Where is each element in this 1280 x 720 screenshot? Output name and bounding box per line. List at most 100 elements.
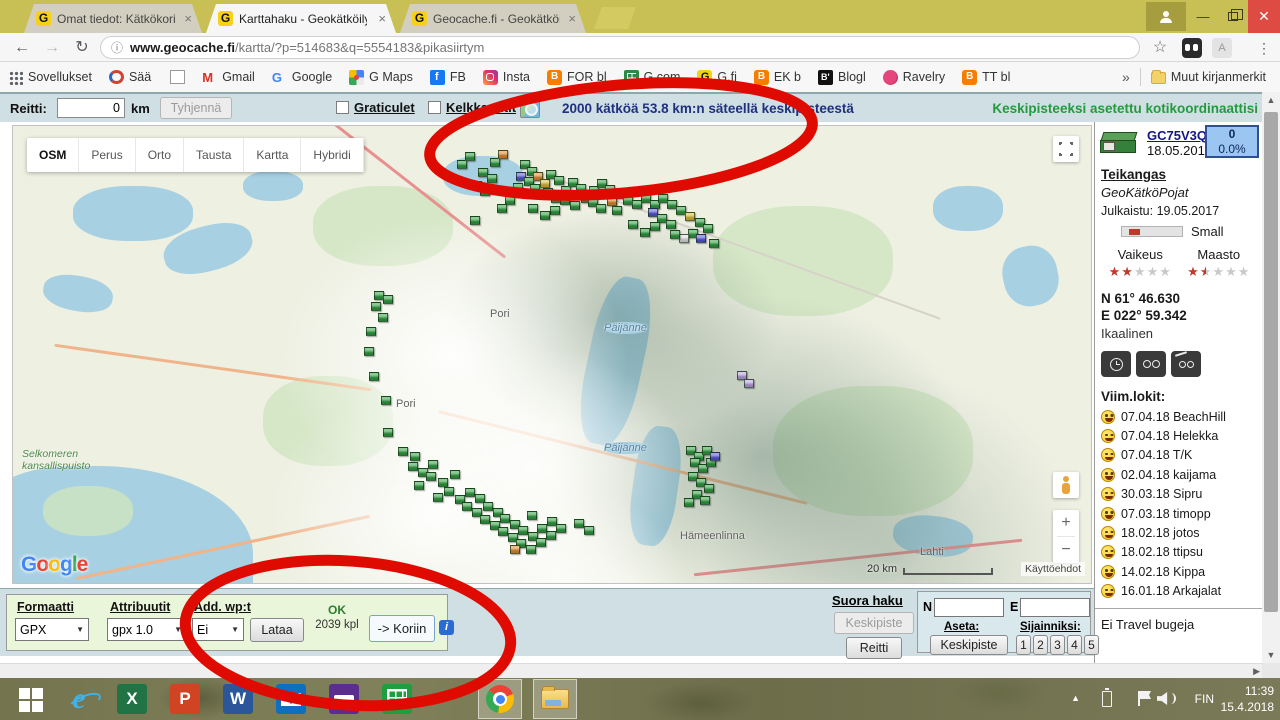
taskbar-powerpoint-icon[interactable]: P — [163, 679, 207, 719]
vertical-scrollbar[interactable]: ▲ ▼ — [1262, 92, 1280, 663]
cache-marker[interactable] — [428, 460, 438, 469]
log-entry[interactable]: 14.02.18 Kippa — [1101, 562, 1258, 581]
cache-marker[interactable] — [426, 472, 436, 481]
cache-marker[interactable] — [670, 230, 680, 239]
cache-marker[interactable] — [703, 224, 713, 233]
bookmark-blogger[interactable]: TT bl — [962, 70, 1010, 85]
taskbar-ie-icon[interactable]: e — [57, 679, 101, 719]
other-bookmarks-button[interactable]: Muut kirjanmerkit — [1151, 70, 1266, 84]
cache-marker[interactable] — [366, 327, 376, 336]
cache-marker[interactable] — [433, 493, 443, 502]
horizontal-scrollbar[interactable]: ▶ — [0, 663, 1262, 678]
cache-marker[interactable] — [378, 313, 388, 322]
log-entry[interactable]: 07.04.18 T/K — [1101, 446, 1258, 465]
cache-marker[interactable] — [744, 379, 754, 388]
position-button-1[interactable]: 1 — [1016, 635, 1031, 655]
fullscreen-icon[interactable] — [1053, 136, 1079, 162]
graticule-label[interactable]: Graticulet — [354, 100, 415, 115]
cache-marker[interactable] — [584, 526, 594, 535]
cache-marker[interactable] — [696, 234, 706, 243]
tab-close-icon[interactable]: × — [376, 11, 388, 26]
cache-marker[interactable] — [462, 502, 472, 511]
cache-marker[interactable] — [560, 196, 570, 205]
cache-marker[interactable] — [700, 496, 710, 505]
bookmark-saa[interactable]: Sää — [109, 70, 151, 84]
log-entry[interactable]: 07.04.18 Helekka — [1101, 426, 1258, 445]
add-waypoints-select[interactable]: Ei▼ — [192, 618, 244, 641]
log-entry[interactable]: 02.04.18 kaijama — [1101, 465, 1258, 484]
taskbar-start-icon[interactable] — [8, 679, 52, 719]
browser-tab[interactable]: GKarttahaku - Geokätköily× — [206, 4, 396, 33]
cache-marker[interactable] — [480, 515, 490, 524]
cache-marker[interactable] — [465, 488, 475, 497]
terms-link[interactable]: Käyttöehdot — [1021, 562, 1085, 576]
cache-marker[interactable] — [709, 239, 719, 248]
bookmark-fb[interactable]: FB — [430, 70, 466, 85]
bookmark-ravelry[interactable]: Ravelry — [883, 70, 945, 85]
log-entry[interactable]: 07.03.18 timopp — [1101, 504, 1258, 523]
north-input[interactable] — [934, 598, 1004, 617]
cache-marker[interactable] — [438, 478, 448, 487]
cache-marker[interactable] — [540, 211, 550, 220]
cache-marker[interactable] — [408, 462, 418, 471]
cache-marker[interactable] — [497, 204, 507, 213]
cache-marker[interactable] — [710, 452, 720, 461]
back-button[interactable]: ← — [10, 36, 34, 60]
bookmark-gcom[interactable]: G.com — [624, 70, 681, 85]
cache-marker[interactable] — [528, 204, 538, 213]
action-center-icon[interactable] — [1138, 691, 1140, 706]
cache-marker[interactable] — [605, 185, 615, 194]
scroll-right-arrow[interactable]: ▶ — [1253, 664, 1260, 679]
cache-marker[interactable] — [628, 220, 638, 229]
cache-marker[interactable] — [574, 519, 584, 528]
bookmark-apps[interactable]: Sovellukset — [8, 70, 92, 85]
taskbar-word-icon[interactable]: W — [216, 679, 260, 719]
map-layer-orto[interactable]: Orto — [136, 138, 184, 172]
log-entry[interactable]: 16.01.18 Arkajalat — [1101, 582, 1258, 601]
cache-marker[interactable] — [550, 206, 560, 215]
taskbar-remote-icon[interactable] — [322, 679, 366, 719]
cache-marker[interactable] — [576, 184, 586, 193]
download-button[interactable]: Lataa — [250, 618, 304, 642]
clear-route-button[interactable]: Tyhjennä — [160, 97, 232, 119]
browser-tab[interactable]: GGeocache.fi - Geokätköil× — [400, 4, 586, 33]
position-button-3[interactable]: 3 — [1050, 635, 1065, 655]
cache-marker[interactable] — [556, 524, 566, 533]
cache-marker[interactable] — [500, 514, 510, 523]
to-basket-button[interactable]: -> Koriin — [369, 615, 435, 642]
map-layer-hybridi[interactable]: Hybridi — [301, 138, 363, 172]
taskbar-chrome-icon[interactable] — [478, 679, 522, 719]
cache-marker[interactable] — [527, 511, 537, 520]
cache-marker[interactable] — [561, 186, 571, 195]
scrollbar-thumb[interactable] — [1264, 112, 1278, 612]
scroll-down-arrow[interactable]: ▼ — [1262, 647, 1280, 663]
taskbar-mail-icon[interactable] — [269, 679, 313, 719]
cache-marker[interactable] — [596, 204, 606, 213]
keyboard-language[interactable]: FIN — [1195, 692, 1214, 706]
cache-marker[interactable] — [487, 174, 497, 183]
snowmobile-routes-checkbox[interactable] — [428, 101, 441, 114]
page-info-icon[interactable]: ⓘ — [111, 39, 123, 56]
tab-close-icon[interactable]: × — [182, 11, 194, 26]
log-entry[interactable]: 18.02.18 ttipsu — [1101, 543, 1258, 562]
close-button[interactable]: ✕ — [1248, 0, 1280, 33]
map-layer-osm[interactable]: OSM — [27, 138, 79, 172]
taskbar-grid-icon[interactable] — [375, 679, 419, 719]
tab-close-icon[interactable]: × — [566, 11, 578, 26]
position-button-5[interactable]: 5 — [1084, 635, 1099, 655]
streetview-pegman-icon[interactable] — [1053, 472, 1079, 498]
cache-marker[interactable] — [450, 470, 460, 479]
bookmark-star-icon[interactable]: ☆ — [1148, 36, 1172, 60]
cache-marker[interactable] — [414, 481, 424, 490]
bookmark-gfi[interactable]: G.fi — [697, 70, 736, 85]
pdf-extension-icon[interactable]: A — [1212, 38, 1232, 58]
minimize-button[interactable]: — — [1188, 0, 1218, 33]
url-bar[interactable]: ⓘ www.geocache.fi/kartta/?p=514683&q=555… — [100, 36, 1140, 59]
cache-marker[interactable] — [383, 295, 393, 304]
cache-marker[interactable] — [546, 531, 556, 540]
battery-icon[interactable] — [1102, 691, 1112, 707]
maximize-button[interactable] — [1218, 0, 1248, 33]
cache-marker[interactable] — [465, 152, 475, 161]
cache-marker[interactable] — [381, 396, 391, 405]
taskbar-excel-icon[interactable]: X — [110, 679, 154, 719]
